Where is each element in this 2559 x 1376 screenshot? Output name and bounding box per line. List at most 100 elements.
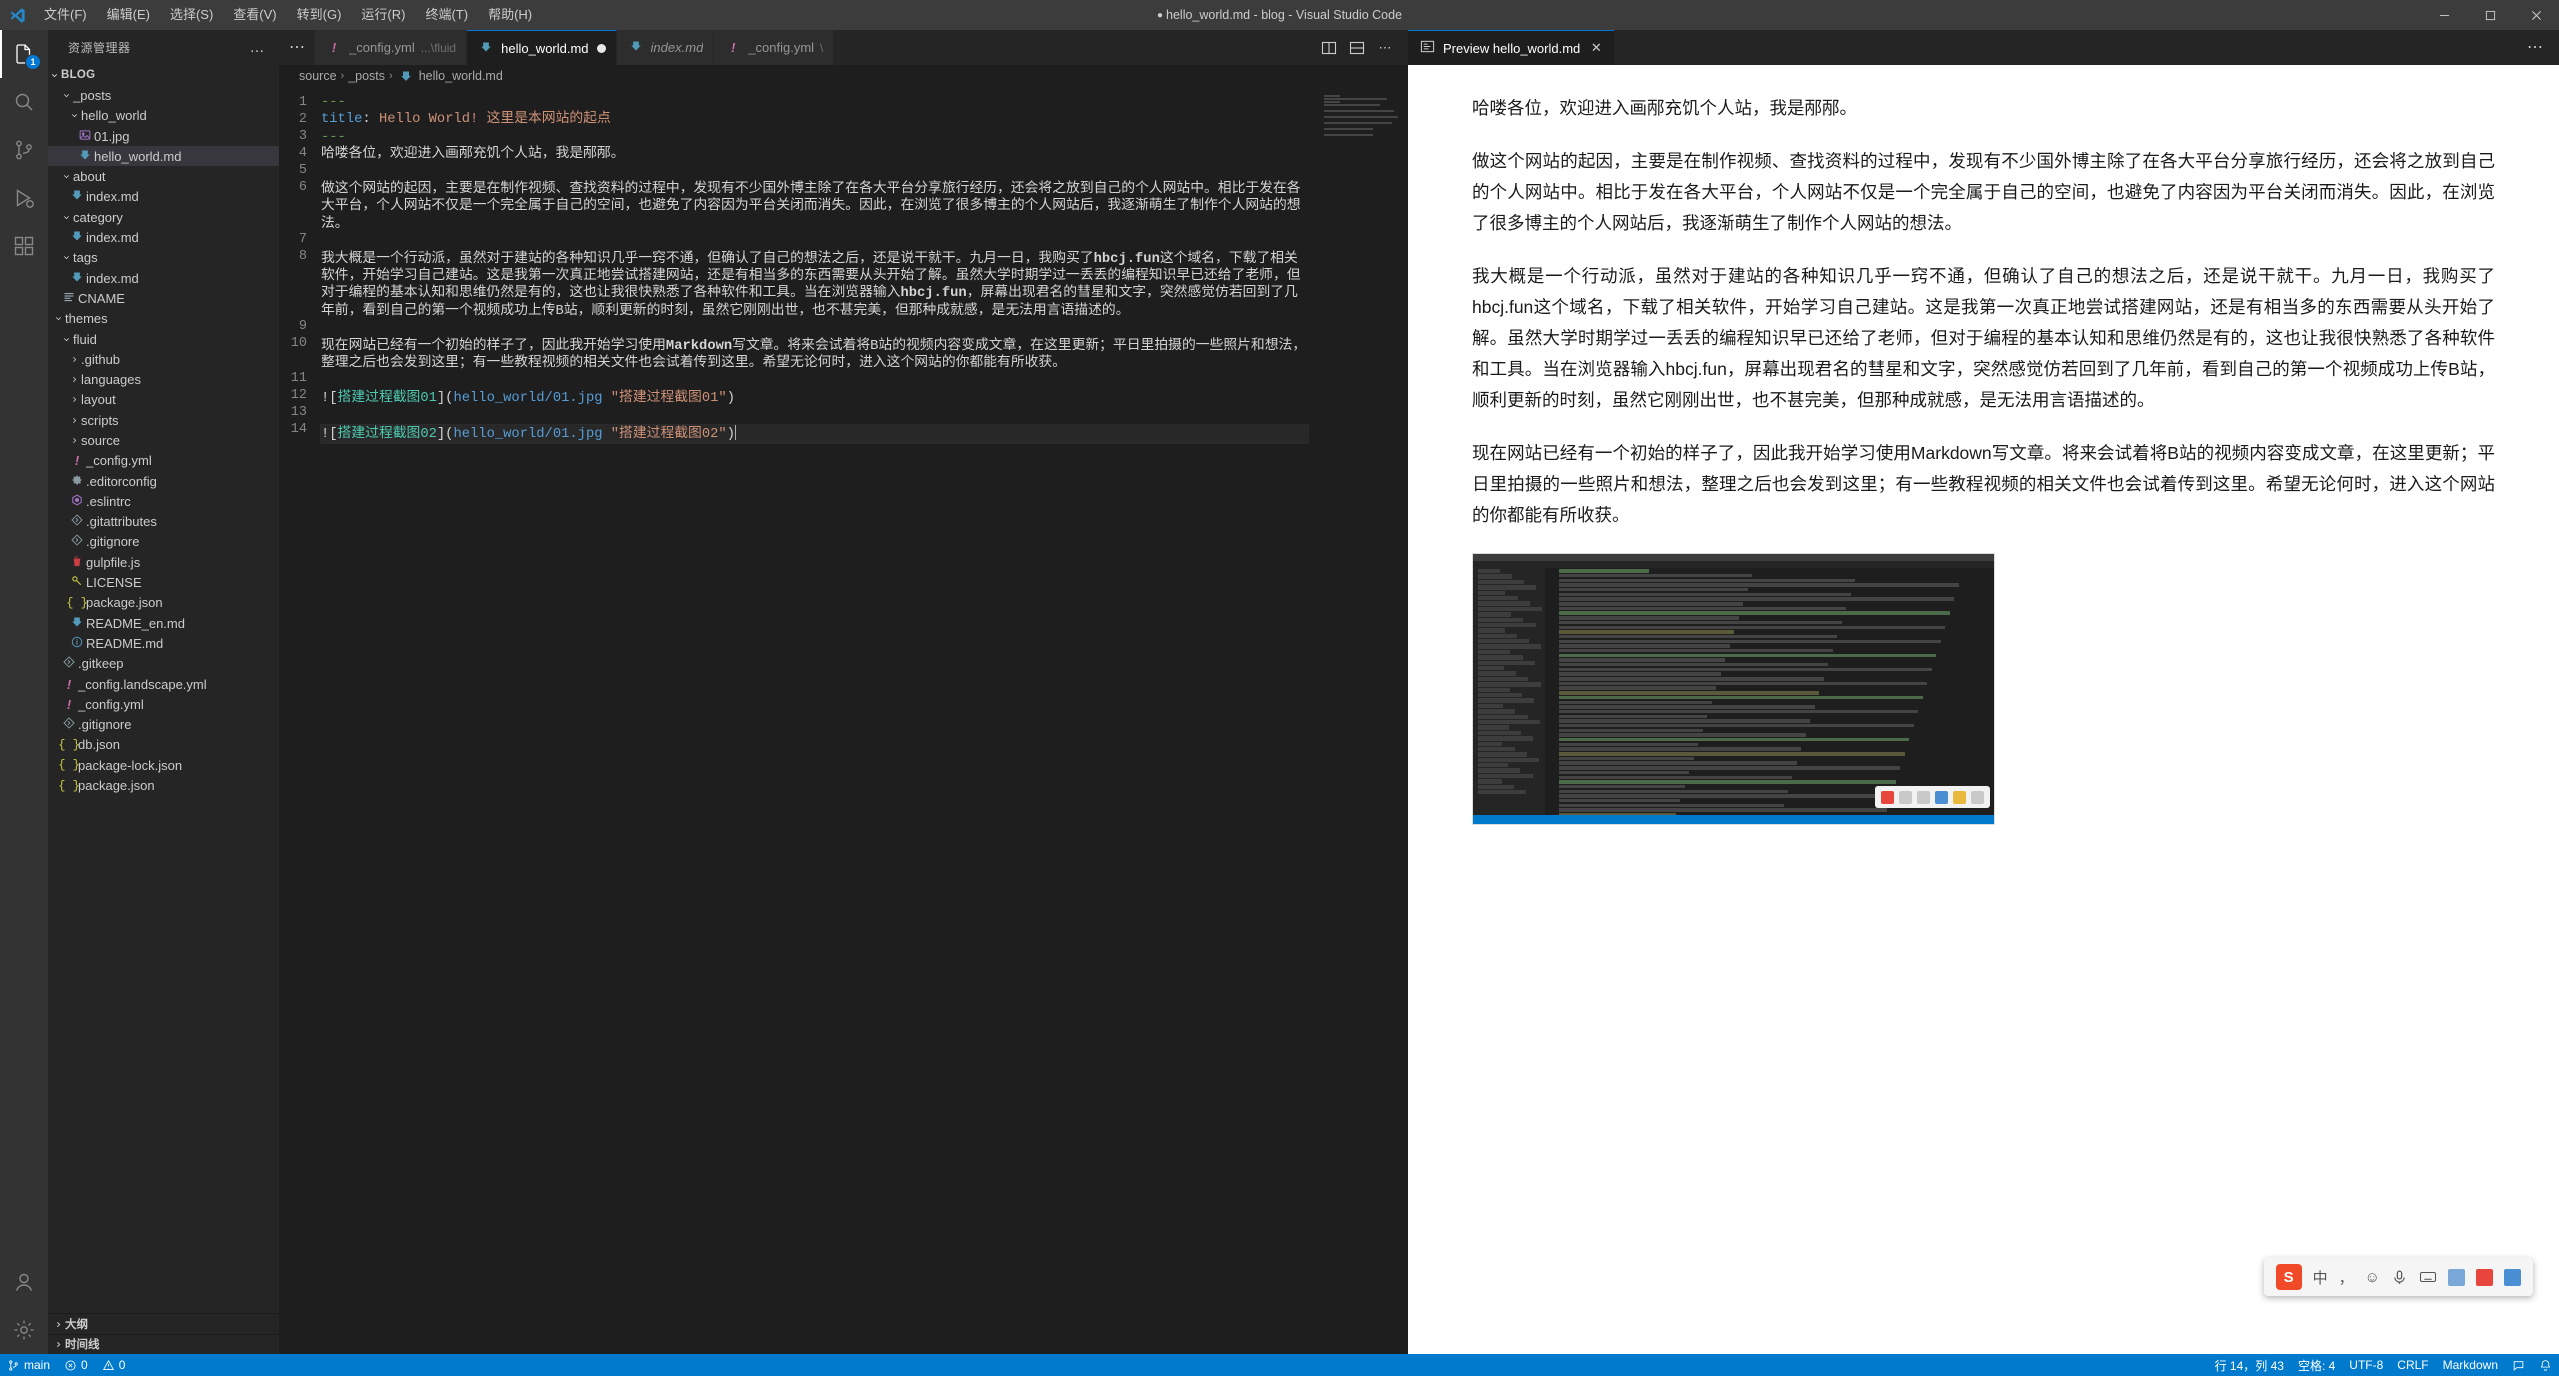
activity-search[interactable] [0, 78, 48, 126]
menu-view[interactable]: 查看(V) [223, 0, 286, 30]
tree-item--github[interactable]: .github [48, 349, 279, 369]
menu-file[interactable]: 文件(F) [34, 0, 97, 30]
code-line-6[interactable]: 做这个网站的起因，主要是在制作视频、查找资料的过程中，发现有不少国外博主除了在各… [321, 181, 1308, 233]
status-warnings[interactable]: 0 [95, 1354, 133, 1376]
tree-item--gitignore[interactable]: .gitignore [48, 532, 279, 552]
activity-run-debug[interactable] [0, 174, 48, 222]
ime-floating-bar[interactable]: S 中 ， ☺ [2263, 1258, 2533, 1296]
code-line-3[interactable]: --- [321, 129, 1308, 146]
menu-selection[interactable]: 选择(S) [160, 0, 223, 30]
tree-item-cname[interactable]: CNAME [48, 288, 279, 308]
code-line-2[interactable]: title: Hello World! 这里是本网站的起点 [321, 111, 1308, 128]
menu-terminal[interactable]: 终端(T) [415, 0, 478, 30]
code-line-7[interactable] [321, 233, 1308, 250]
tree-item-index-md[interactable]: index.md [48, 268, 279, 288]
code-editor[interactable]: 1 2 3 4 5 6 7 8 9 10 11 12 13 14 --- title: Hello Worl… [279, 87, 1408, 1354]
code-line-12[interactable]: ![搭建过程截图01](hello_world/01.jpg "搭建过程截图01… [321, 390, 1308, 407]
tree-item-hello-world-md[interactable]: hello_world.md [48, 146, 279, 167]
punctuation-icon[interactable]: ， [2339, 1267, 2354, 1288]
status-errors[interactable]: 0 [57, 1354, 95, 1376]
tree-item-index-md[interactable]: index.md [48, 187, 279, 207]
tree-item--gitkeep[interactable]: .gitkeep [48, 654, 279, 674]
code-line-13[interactable] [321, 407, 1308, 424]
tree-item-db-json[interactable]: { } db.json [48, 735, 279, 755]
code-line-9[interactable] [321, 320, 1308, 337]
markdown-preview[interactable]: 哈喽各位，欢迎进入画邴充饥个人站，我是邴邴。 做这个网站的起因，主要是在制作视频… [1408, 65, 2559, 1354]
tree-item-gulpfile-js[interactable]: gulpfile.js [48, 552, 279, 572]
tree-item--posts[interactable]: _posts [48, 85, 279, 105]
minimize-button[interactable] [2421, 0, 2467, 30]
status-encoding[interactable]: UTF-8 [2342, 1354, 2390, 1376]
tree-item-package-lock-json[interactable]: { } package-lock.json [48, 755, 279, 775]
breadcrumb[interactable]: source › _posts › hello_world.md [279, 65, 1408, 87]
grid-icon[interactable] [2504, 1268, 2521, 1286]
toolbox-icon[interactable] [2448, 1268, 2465, 1286]
code-line-1[interactable]: --- [321, 94, 1308, 111]
tree-item-readme-md[interactable]: README.md [48, 633, 279, 653]
code-line-14[interactable]: ![搭建过程截图02](hello_world/01.jpg "搭建过程截图02… [320, 423, 1309, 445]
tree-item-hello-world[interactable]: hello_world [48, 106, 279, 126]
ime-logo-icon[interactable]: S [2275, 1264, 2302, 1290]
code-line-11[interactable] [321, 372, 1308, 389]
status-eol[interactable]: CRLF [2390, 1354, 2435, 1376]
tree-item-fluid[interactable]: fluid [48, 329, 279, 349]
tree-item-languages[interactable]: languages [48, 369, 279, 389]
split-editor-right-icon[interactable] [1316, 35, 1342, 61]
breadcrumb-source[interactable]: source [299, 69, 337, 83]
code-line-8[interactable]: 我大概是一个行动派，虽然对于建站的各种知识几乎一窍不通，但确认了自己的想法之后，… [321, 251, 1308, 321]
editor-more-actions-icon[interactable]: ⋯ [1372, 35, 1398, 61]
preview-more-actions-icon[interactable]: ⋯ [2511, 39, 2559, 55]
tree-item-readme-en-md[interactable]: README_en.md [48, 613, 279, 633]
outline-section[interactable]: 大纲 [48, 1313, 279, 1333]
tab-list[interactable]: ! _config.yml ...\fluid hello_world.md index… [315, 30, 1306, 65]
code-line-5[interactable] [321, 164, 1308, 181]
tab-dirty-indicator[interactable] [596, 43, 606, 53]
menu-run[interactable]: 运行(R) [351, 0, 415, 30]
file-tree[interactable]: BLOG _posts hello_world 01.jpg hello_world.… [48, 65, 279, 1313]
maximize-button[interactable] [2467, 0, 2513, 30]
code-line-10[interactable]: 现在网站已经有一个初始的样子了，因此我开始学习使用Markdown写文章。将来会… [321, 338, 1308, 373]
status-feedback[interactable] [2505, 1354, 2532, 1376]
code-content[interactable]: --- title: Hello World! 这里是本网站的起点 --- 哈喽各位，… [320, 87, 1318, 1354]
menu-help[interactable]: 帮助(H) [478, 0, 542, 30]
tree-item-package-json[interactable]: { } package.json [48, 593, 279, 613]
tree-item-package-json[interactable]: { } package.json [48, 775, 279, 795]
menu-go[interactable]: 转到(G) [287, 0, 352, 30]
tab--config-yml-3[interactable]: ! _config.yml \ [714, 30, 835, 65]
minimap[interactable] [1318, 87, 1408, 1354]
tree-item-themes[interactable]: themes [48, 309, 279, 329]
code-line-4[interactable]: 哈喽各位，欢迎进入画邴充饥个人站，我是邴邴。 [321, 146, 1308, 163]
tree-item--eslintrc[interactable]: .eslintrc [48, 491, 279, 511]
tree-item--gitattributes[interactable]: .gitattributes [48, 512, 279, 532]
status-branch[interactable]: main [0, 1354, 57, 1376]
tab--config-yml-0[interactable]: ! _config.yml ...\fluid [315, 30, 468, 65]
tab-preview[interactable]: Preview hello_world.md ✕ [1408, 30, 1615, 65]
tree-item-index-md[interactable]: index.md [48, 227, 279, 247]
tree-item--config-yml[interactable]: ! _config.yml [48, 694, 279, 714]
tab-hello-world-md-1[interactable]: hello_world.md [467, 30, 617, 65]
ime-language-indicator[interactable]: 中 [2313, 1267, 2328, 1288]
split-editor-down-icon[interactable] [1344, 35, 1370, 61]
tree-item--config-landscape-yml[interactable]: ! _config.landscape.yml [48, 674, 279, 694]
tree-item--config-yml[interactable]: ! _config.yml [48, 451, 279, 471]
tree-item-license[interactable]: LICENSE [48, 572, 279, 592]
close-button[interactable] [2513, 0, 2559, 30]
tree-item-scripts[interactable]: scripts [48, 410, 279, 430]
tab-index-md-2[interactable]: index.md [616, 30, 715, 65]
cart-icon[interactable] [2476, 1268, 2493, 1286]
activity-accounts[interactable] [0, 1258, 48, 1306]
tree-item--editorconfig[interactable]: .editorconfig [48, 471, 279, 491]
status-language-mode[interactable]: Markdown [2436, 1354, 2505, 1376]
mic-icon[interactable] [2391, 1269, 2408, 1286]
tree-item-about[interactable]: about [48, 166, 279, 186]
keyboard-icon[interactable] [2419, 1268, 2437, 1286]
breadcrumb-file[interactable]: hello_world.md [419, 69, 503, 83]
status-indentation[interactable]: 空格: 4 [2291, 1354, 2342, 1376]
activity-extensions[interactable] [0, 222, 48, 270]
tree-item-layout[interactable]: layout [48, 390, 279, 410]
tree-item--gitignore[interactable]: .gitignore [48, 715, 279, 735]
breadcrumb-posts[interactable]: _posts [348, 69, 385, 83]
tree-item-01-jpg[interactable]: 01.jpg [48, 126, 279, 146]
emoji-icon[interactable]: ☺ [2365, 1269, 2380, 1286]
tabs-overflow-icon[interactable]: ⋯ [279, 30, 315, 65]
